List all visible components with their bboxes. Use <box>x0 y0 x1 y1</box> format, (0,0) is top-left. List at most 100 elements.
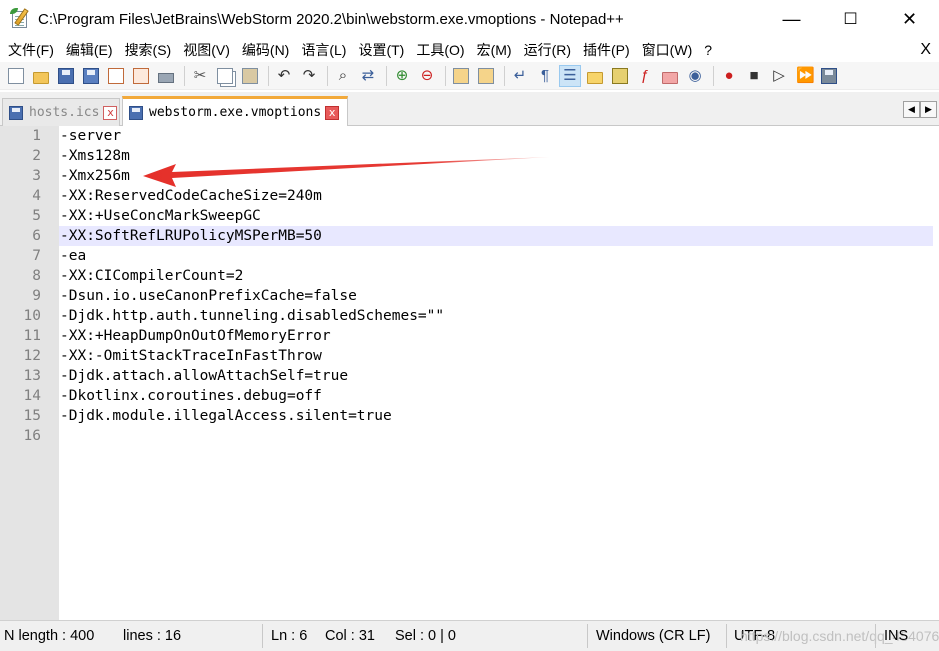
menu-encoding[interactable]: 编码(N) <box>236 40 295 60</box>
close-icon[interactable] <box>105 65 127 87</box>
save-all-icon[interactable] <box>80 65 102 87</box>
line-number: 13 <box>23 368 41 384</box>
status-length: N length : 400 <box>4 628 95 644</box>
tab-scroll-right-icon[interactable]: ▶ <box>920 101 937 118</box>
show-all-chars-icon[interactable]: ¶ <box>534 65 556 87</box>
saved-disk-icon <box>9 105 23 120</box>
line-number: 2 <box>32 148 41 164</box>
save-icon[interactable] <box>55 65 77 87</box>
line-number-gutter: 1 2 3 4 5 6 7 8 9 10 11 12 13 14 15 16 <box>0 126 59 620</box>
line-number: 1 <box>32 128 41 144</box>
status-divider <box>587 624 588 648</box>
folder-workspace-icon[interactable] <box>659 65 681 87</box>
tab-scroll-left-icon[interactable]: ◀ <box>903 101 920 118</box>
code-line[interactable]: -XX:CICompilerCount=2 <box>59 266 933 286</box>
code-line[interactable]: -server <box>59 126 933 146</box>
print-icon[interactable] <box>155 65 177 87</box>
close-window-button[interactable]: ✕ <box>880 0 939 38</box>
menu-settings[interactable]: 设置(T) <box>352 40 410 60</box>
code-line[interactable]: -Xms128m <box>59 146 933 166</box>
code-line[interactable]: -Djdk.module.illegalAccess.silent=true <box>59 406 933 426</box>
user-lang-icon[interactable] <box>584 65 606 87</box>
toolbar-separator <box>184 65 185 86</box>
code-line[interactable]: -XX:+UseConcMarkSweepGC <box>59 206 933 226</box>
line-number: 3 <box>32 168 41 184</box>
menu-search[interactable]: 搜索(S) <box>119 40 178 60</box>
code-line[interactable]: -Dkotlinx.coroutines.debug=off <box>59 386 933 406</box>
menu-help[interactable]: ? <box>698 42 718 58</box>
status-lines: lines : 16 <box>123 628 182 644</box>
indent-guide-icon[interactable]: ☰ <box>559 64 581 87</box>
sync-horizontal-icon[interactable] <box>475 65 497 87</box>
tab-webstorm-vmoptions[interactable]: webstorm.exe.vmoptions x <box>122 96 348 126</box>
menu-run[interactable]: 运行(R) <box>518 40 577 60</box>
close-document-button[interactable]: X <box>920 41 931 59</box>
code-line[interactable]: -ea <box>59 246 933 266</box>
code-line[interactable]: -XX:+HeapDumpOnOutOfMemoryError <box>59 326 933 346</box>
line-number: 4 <box>32 188 41 204</box>
menu-edit[interactable]: 编辑(E) <box>60 40 119 60</box>
menu-window[interactable]: 窗口(W) <box>636 40 699 60</box>
doc-map-icon[interactable] <box>609 65 631 87</box>
minimize-button[interactable]: — <box>762 0 821 38</box>
open-file-icon[interactable] <box>30 65 52 87</box>
tab-close-icon[interactable]: x <box>325 105 340 120</box>
status-insert-mode[interactable]: INS <box>884 628 908 644</box>
zoom-in-icon[interactable]: ⊕ <box>391 65 413 87</box>
current-code-line[interactable]: -XX:SoftRefLRUPolicyMSPerMB=50 <box>59 226 933 246</box>
word-wrap-icon[interactable]: ↵ <box>509 65 531 87</box>
code-line[interactable]: -XX:ReservedCodeCacheSize=240m <box>59 186 933 206</box>
replace-icon[interactable]: ⇄ <box>357 65 379 87</box>
status-column: Col : 31 <box>325 628 375 644</box>
line-number: 11 <box>23 328 41 344</box>
status-divider <box>875 624 876 648</box>
function-list-icon[interactable]: ƒ <box>634 65 656 87</box>
line-number: 7 <box>32 248 41 264</box>
tab-hosts-ics[interactable]: hosts.ics x <box>2 98 120 126</box>
code-line[interactable]: -Djdk.attach.allowAttachSelf=true <box>59 366 933 386</box>
title-bar: C:\Program Files\JetBrains\WebStorm 2020… <box>0 0 939 38</box>
status-eol-format[interactable]: Windows (CR LF) <box>596 628 710 644</box>
redo-icon[interactable]: ↷ <box>298 65 320 87</box>
line-number: 9 <box>32 288 41 304</box>
save-macro-icon[interactable] <box>818 65 840 87</box>
menu-tools[interactable]: 工具(O) <box>410 40 470 60</box>
line-number: 14 <box>23 388 41 404</box>
new-file-icon[interactable] <box>5 65 27 87</box>
menu-view[interactable]: 视图(V) <box>177 40 236 60</box>
toolbar-separator <box>386 65 387 86</box>
menu-macro[interactable]: 宏(M) <box>471 40 518 60</box>
undo-icon[interactable]: ↶ <box>273 65 295 87</box>
run-macro-multiple-icon[interactable]: ⏩ <box>793 65 815 87</box>
zoom-out-icon[interactable]: ⊖ <box>416 65 438 87</box>
stop-macro-icon[interactable]: ■ <box>743 65 765 87</box>
menu-plugins[interactable]: 插件(P) <box>577 40 636 60</box>
editor-area[interactable]: 1 2 3 4 5 6 7 8 9 10 11 12 13 14 15 16 -server -Xms128m -… <box>0 126 939 620</box>
sync-vertical-icon[interactable] <box>450 65 472 87</box>
maximize-button[interactable]: ☐ <box>821 0 880 38</box>
toolbar-separator <box>445 65 446 86</box>
status-selection: Sel : 0 | 0 <box>395 628 456 644</box>
line-number: 15 <box>23 408 41 424</box>
code-line[interactable]: -XX:-OmitStackTraceInFastThrow <box>59 346 933 366</box>
find-icon[interactable]: ⌕ <box>332 65 354 87</box>
code-line[interactable]: -Xmx256m <box>59 166 933 186</box>
tab-close-icon[interactable]: x <box>103 105 118 120</box>
menu-file[interactable]: 文件(F) <box>0 40 60 60</box>
copy-icon[interactable] <box>214 65 236 87</box>
code-line[interactable]: -Djdk.http.auth.tunneling.disabledScheme… <box>59 306 933 326</box>
menu-bar: 文件(F) 编辑(E) 搜索(S) 视图(V) 编码(N) 语言(L) 设置(T… <box>0 38 939 62</box>
record-macro-icon[interactable]: ● <box>718 65 740 87</box>
toolbar-separator <box>504 65 505 86</box>
play-macro-icon[interactable]: ▷ <box>768 65 790 87</box>
toolbar: ✂ ↶ ↷ ⌕ ⇄ ⊕ ⊖ ↵ ¶ ☰ ƒ ◉ ● ■ ▷ ⏩ <box>0 62 939 90</box>
close-all-icon[interactable] <box>130 65 152 87</box>
monitoring-icon[interactable]: ◉ <box>684 65 706 87</box>
code-line[interactable]: -Dsun.io.useCanonPrefixCache=false <box>59 286 933 306</box>
code-line[interactable] <box>59 426 933 446</box>
line-number: 16 <box>23 428 41 444</box>
cut-icon[interactable]: ✂ <box>189 65 211 87</box>
notepadpp-app-icon <box>10 8 32 30</box>
paste-icon[interactable] <box>239 65 261 87</box>
menu-language[interactable]: 语言(L) <box>295 40 352 60</box>
